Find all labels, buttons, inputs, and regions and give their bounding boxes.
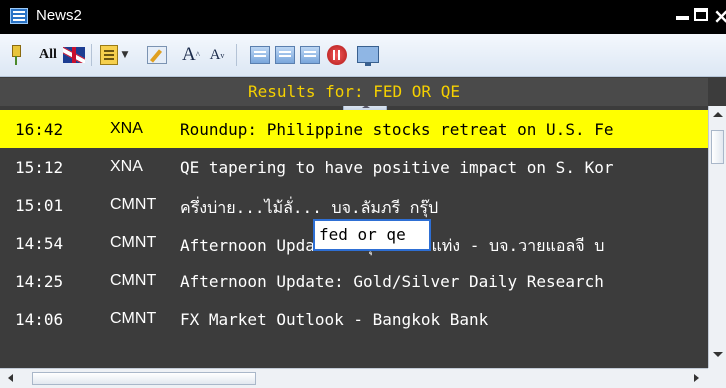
font-increase-icon[interactable]: A ^ <box>180 44 202 66</box>
language-flag-icon[interactable] <box>63 47 85 63</box>
news-source: XNA <box>110 120 143 137</box>
split-view-icon[interactable] <box>275 46 295 64</box>
edit-icon[interactable] <box>147 46 167 64</box>
title-bar[interactable]: News2 × <box>0 0 726 34</box>
news-row[interactable] <box>0 338 708 368</box>
toolbar: All ▼ A ^ Av <box>0 34 726 110</box>
pause-icon[interactable] <box>327 45 347 65</box>
toolbar-separator <box>236 44 237 66</box>
app-icon <box>10 8 28 24</box>
news-time: 14:06 <box>15 310 64 329</box>
window-layout-icon[interactable] <box>250 46 270 64</box>
chevron-down-icon[interactable]: ▼ <box>121 44 129 66</box>
news-time: 16:42 <box>15 120 64 139</box>
close-button[interactable]: × <box>713 4 726 28</box>
maximize-button[interactable] <box>694 8 708 21</box>
horizontal-scroll-thumb[interactable] <box>32 372 256 385</box>
scroll-down-icon[interactable] <box>713 352 723 357</box>
news-headline: FX Market Outlook - Bangkok Bank <box>180 310 489 329</box>
window-title: News2 <box>36 7 82 24</box>
monitor-icon[interactable] <box>357 46 379 66</box>
horizontal-scrollbar[interactable] <box>0 368 708 388</box>
toolbar-separator <box>91 44 92 66</box>
news-headline: Afternoon Update: Gold/Silver Daily Rese… <box>180 272 604 291</box>
news-time: 14:54 <box>15 234 64 253</box>
news-window: News2 × All ▼ A ^ Av Results for: FED OR … <box>0 0 726 388</box>
minimize-button[interactable] <box>676 16 689 20</box>
news-source: XNA <box>110 158 143 175</box>
scroll-left-icon[interactable] <box>8 374 13 382</box>
news-headline: Roundup: Philippine stocks retreat on U.… <box>180 120 614 139</box>
all-button[interactable]: All <box>36 44 60 66</box>
results-header: Results for: FED OR QE <box>0 78 708 106</box>
vertical-scrollbar[interactable] <box>708 106 726 368</box>
news-source: CMNT <box>110 272 157 289</box>
news-source: CMNT <box>110 234 157 251</box>
news-row[interactable]: 16:42 XNA Roundup: Philippine stocks ret… <box>0 110 708 148</box>
news-row[interactable]: 14:25 CMNT Afternoon Update: Gold/Silver… <box>0 262 708 300</box>
search-input[interactable]: fed or qe <box>313 219 431 251</box>
news-source: CMNT <box>110 196 157 213</box>
news-headline: ครึ่งบ่าย...ไม้ลั่... บจ.ลัมภรี กรุ๊ป <box>180 198 439 217</box>
news-time: 15:12 <box>15 158 64 177</box>
news-source: CMNT <box>110 310 157 327</box>
notes-icon[interactable] <box>100 45 118 65</box>
news-time: 14:25 <box>15 272 64 291</box>
scroll-right-icon[interactable] <box>694 374 699 382</box>
news-row[interactable]: 15:12 XNA QE tapering to have positive i… <box>0 148 708 186</box>
news-headline: QE tapering to have positive impact on S… <box>180 158 614 177</box>
news-time: 15:01 <box>15 196 64 215</box>
vertical-scroll-thumb[interactable] <box>711 130 724 164</box>
document-list-icon[interactable] <box>300 46 320 64</box>
pin-icon[interactable] <box>8 44 22 66</box>
scroll-up-icon[interactable] <box>713 112 723 117</box>
font-decrease-icon[interactable]: Av <box>207 44 227 66</box>
scroll-corner <box>708 368 726 388</box>
news-row[interactable]: 14:06 CMNT FX Market Outlook - Bangkok B… <box>0 300 708 338</box>
